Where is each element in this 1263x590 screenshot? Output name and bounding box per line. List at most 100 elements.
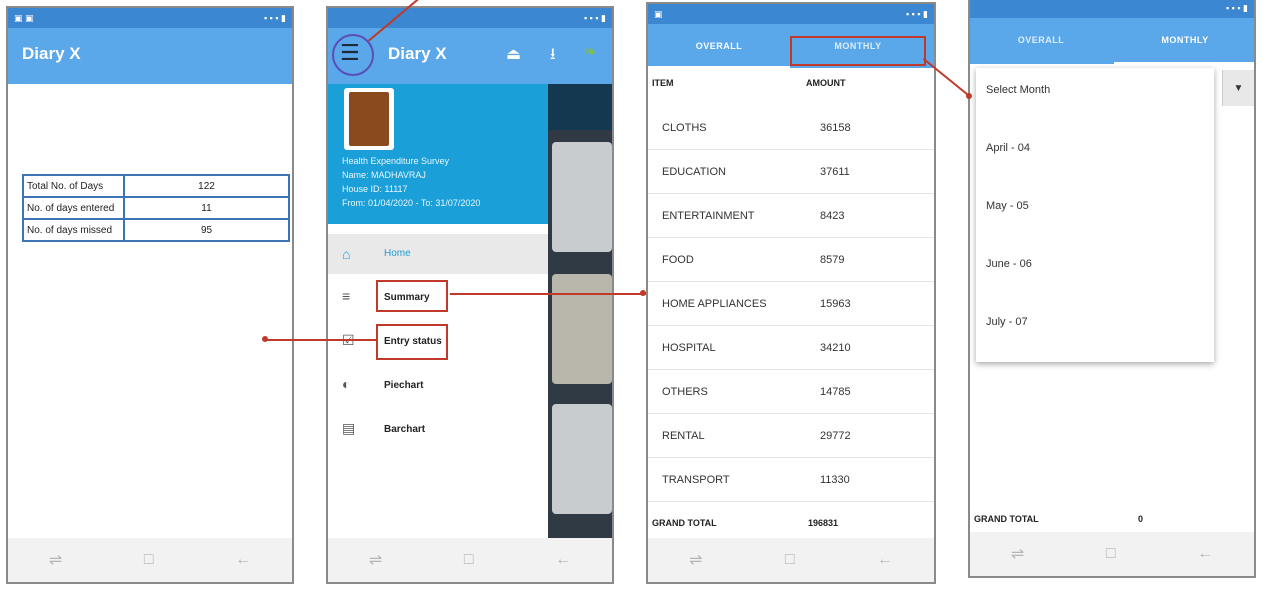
recent-apps-icon[interactable]: ⇌ xyxy=(689,550,702,570)
system-nav-bar: ⇌ □ ← xyxy=(648,538,934,582)
recent-apps-icon[interactable]: ⇌ xyxy=(369,550,382,570)
home-icon: ⌂ xyxy=(342,246,351,262)
stat-value: 95 xyxy=(123,218,290,242)
menu-label-piechart: Piechart xyxy=(384,380,424,391)
month-dropdown-button[interactable]: ▼ xyxy=(1222,70,1254,106)
system-icons: ▪ ▪ ▪ ▮ xyxy=(905,8,928,19)
column-header-item: ITEM xyxy=(652,78,674,88)
menu-item-home[interactable]: ⌂ Home xyxy=(328,234,548,274)
system-icons: ▪ ▪ ▪ ▮ xyxy=(583,12,606,23)
tab-overall[interactable]: OVERALL xyxy=(648,28,790,64)
dropdown-option[interactable]: Select Month xyxy=(986,84,1050,96)
notification-icons: ▣ ▣ xyxy=(14,12,34,23)
screenshot-canvas: ▣ ▣ ▪ ▪ ▪ ▮ Diary X Total No. of Days 12… xyxy=(0,0,1263,590)
drawer-header: Health Expenditure Survey Name: MADHAVRA… xyxy=(328,84,548,224)
back-icon[interactable]: ← xyxy=(1197,545,1213,563)
system-icons: ▪ ▪ ▪ ▮ xyxy=(263,12,286,23)
dropdown-option[interactable]: May - 05 xyxy=(986,200,1029,212)
list-item: EDUCATION 37611 xyxy=(648,150,934,194)
diary-book-icon xyxy=(344,88,394,150)
item-name: RENTAL xyxy=(662,430,705,442)
stat-value: 11 xyxy=(123,196,290,220)
list-item: TRANSPORT 11330 xyxy=(648,458,934,502)
menu-label-home: Home xyxy=(384,248,411,259)
phone-summary-monthly: ▪ ▪ ▪ ▮ OVERALL MONTHLY ▼ Select Month A… xyxy=(968,0,1256,578)
dropdown-option[interactable]: April - 04 xyxy=(986,142,1030,154)
scrim-header xyxy=(548,84,612,130)
home-icon[interactable]: □ xyxy=(785,551,795,569)
stat-label: No. of days entered xyxy=(22,196,125,220)
app-title: Diary X xyxy=(22,44,81,63)
menu-label-barchart: Barchart xyxy=(384,424,426,435)
notification-icons: ▣ xyxy=(654,8,663,19)
monthly-tab-highlight-box xyxy=(790,36,926,66)
table-row: No. of days missed 95 xyxy=(22,218,290,242)
system-nav-bar: ⇌ □ ← xyxy=(328,538,612,582)
tab-monthly[interactable]: MONTHLY xyxy=(1114,22,1254,58)
peek-card-info xyxy=(552,404,612,514)
home-icon[interactable]: □ xyxy=(1106,545,1116,563)
recent-apps-icon[interactable]: ⇌ xyxy=(1011,544,1024,564)
item-name: FOOD xyxy=(662,254,694,266)
dropdown-arrow-icon: ▼ xyxy=(1233,82,1244,94)
phone-navigation-drawer: ▪ ▪ ▪ ▮ ☰ Diary X ⏏ ⭳ ❧ Health Expenditu… xyxy=(326,6,614,584)
back-icon[interactable]: ← xyxy=(235,551,251,569)
home-icon[interactable]: □ xyxy=(144,551,154,569)
item-name: OTHERS xyxy=(662,386,708,398)
barchart-icon: ▤ xyxy=(342,420,356,436)
item-amount: 34210 xyxy=(820,342,851,354)
list-item: CLOTHS 36158 xyxy=(648,106,934,150)
home-icon[interactable]: □ xyxy=(464,551,474,569)
month-dropdown-list: Select Month April - 04 May - 05 June - … xyxy=(976,68,1214,362)
drawer-scrim[interactable] xyxy=(548,84,612,538)
stat-label: Total No. of Days xyxy=(22,174,125,198)
phone-entry-status: ▣ ▣ ▪ ▪ ▪ ▮ Diary X Total No. of Days 12… xyxy=(6,6,294,584)
survey-period: From: 01/04/2020 - To: 31/07/2020 xyxy=(342,198,481,208)
list-item: FOOD 8579 xyxy=(648,238,934,282)
item-name: TRANSPORT xyxy=(662,474,730,486)
download-icon[interactable]: ⭳ xyxy=(550,43,556,70)
item-amount: 36158 xyxy=(820,122,851,134)
phone-summary-overall: ▣ ▪ ▪ ▪ ▮ OVERALL MONTHLY ITEM AMOUNT CL… xyxy=(646,2,936,584)
grand-total-label: GRAND TOTAL xyxy=(974,514,1039,524)
item-amount: 8579 xyxy=(820,254,845,266)
menu-item-piechart[interactable]: ◐ Piechart xyxy=(328,366,548,406)
item-amount: 37611 xyxy=(820,166,850,178)
list-item: RENTAL 29772 xyxy=(648,414,934,458)
dropdown-option[interactable]: July - 07 xyxy=(986,316,1028,328)
grand-total-value: 196831 xyxy=(808,518,839,528)
summary-highlight-box xyxy=(376,280,448,312)
leaf-icon[interactable]: ❧ xyxy=(584,42,597,62)
system-icons: ▪ ▪ ▪ ▮ xyxy=(1225,2,1248,13)
recent-apps-icon[interactable]: ⇌ xyxy=(49,550,62,570)
tab-indicator xyxy=(648,66,790,68)
peek-card-food xyxy=(552,274,612,384)
checkbox-icon: ☑ xyxy=(342,332,355,349)
grand-total-value: 0 xyxy=(1138,514,1144,524)
list-item: HOME APPLIANCES 15963 xyxy=(648,282,934,326)
tab-indicator xyxy=(1114,62,1254,64)
list-item: HOSPITAL 34210 xyxy=(648,326,934,370)
tab-overall[interactable]: OVERALL xyxy=(970,22,1112,58)
house-id: House ID: 11117 xyxy=(342,184,408,194)
piechart-icon: ◐ xyxy=(342,376,351,392)
back-icon[interactable]: ← xyxy=(877,551,893,569)
item-amount: 14785 xyxy=(820,386,851,398)
sort-lines-icon: ≡ xyxy=(342,288,351,304)
menu-item-barchart[interactable]: ▤ Barchart xyxy=(328,410,548,450)
column-header-amount: AMOUNT xyxy=(806,78,846,88)
table-row: Total No. of Days 122 xyxy=(22,174,290,198)
dropdown-option[interactable]: June - 06 xyxy=(986,258,1032,270)
list-item: ENTERTAINMENT 8423 xyxy=(648,194,934,238)
connector-entry-status-to-phone1 xyxy=(266,339,376,341)
back-icon[interactable]: ← xyxy=(555,551,571,569)
upload-icon[interactable]: ⏏ xyxy=(506,44,521,64)
navigation-drawer: Health Expenditure Survey Name: MADHAVRA… xyxy=(328,84,548,538)
table-row: No. of days entered 11 xyxy=(22,196,290,220)
grand-total-label: GRAND TOTAL xyxy=(652,518,717,528)
tab-bar: OVERALL MONTHLY xyxy=(970,18,1254,64)
item-amount: 8423 xyxy=(820,210,845,222)
item-name: HOSPITAL xyxy=(662,342,716,354)
peek-card-health xyxy=(552,142,612,252)
entry-status-table: Total No. of Days 122 No. of days entere… xyxy=(22,174,290,242)
